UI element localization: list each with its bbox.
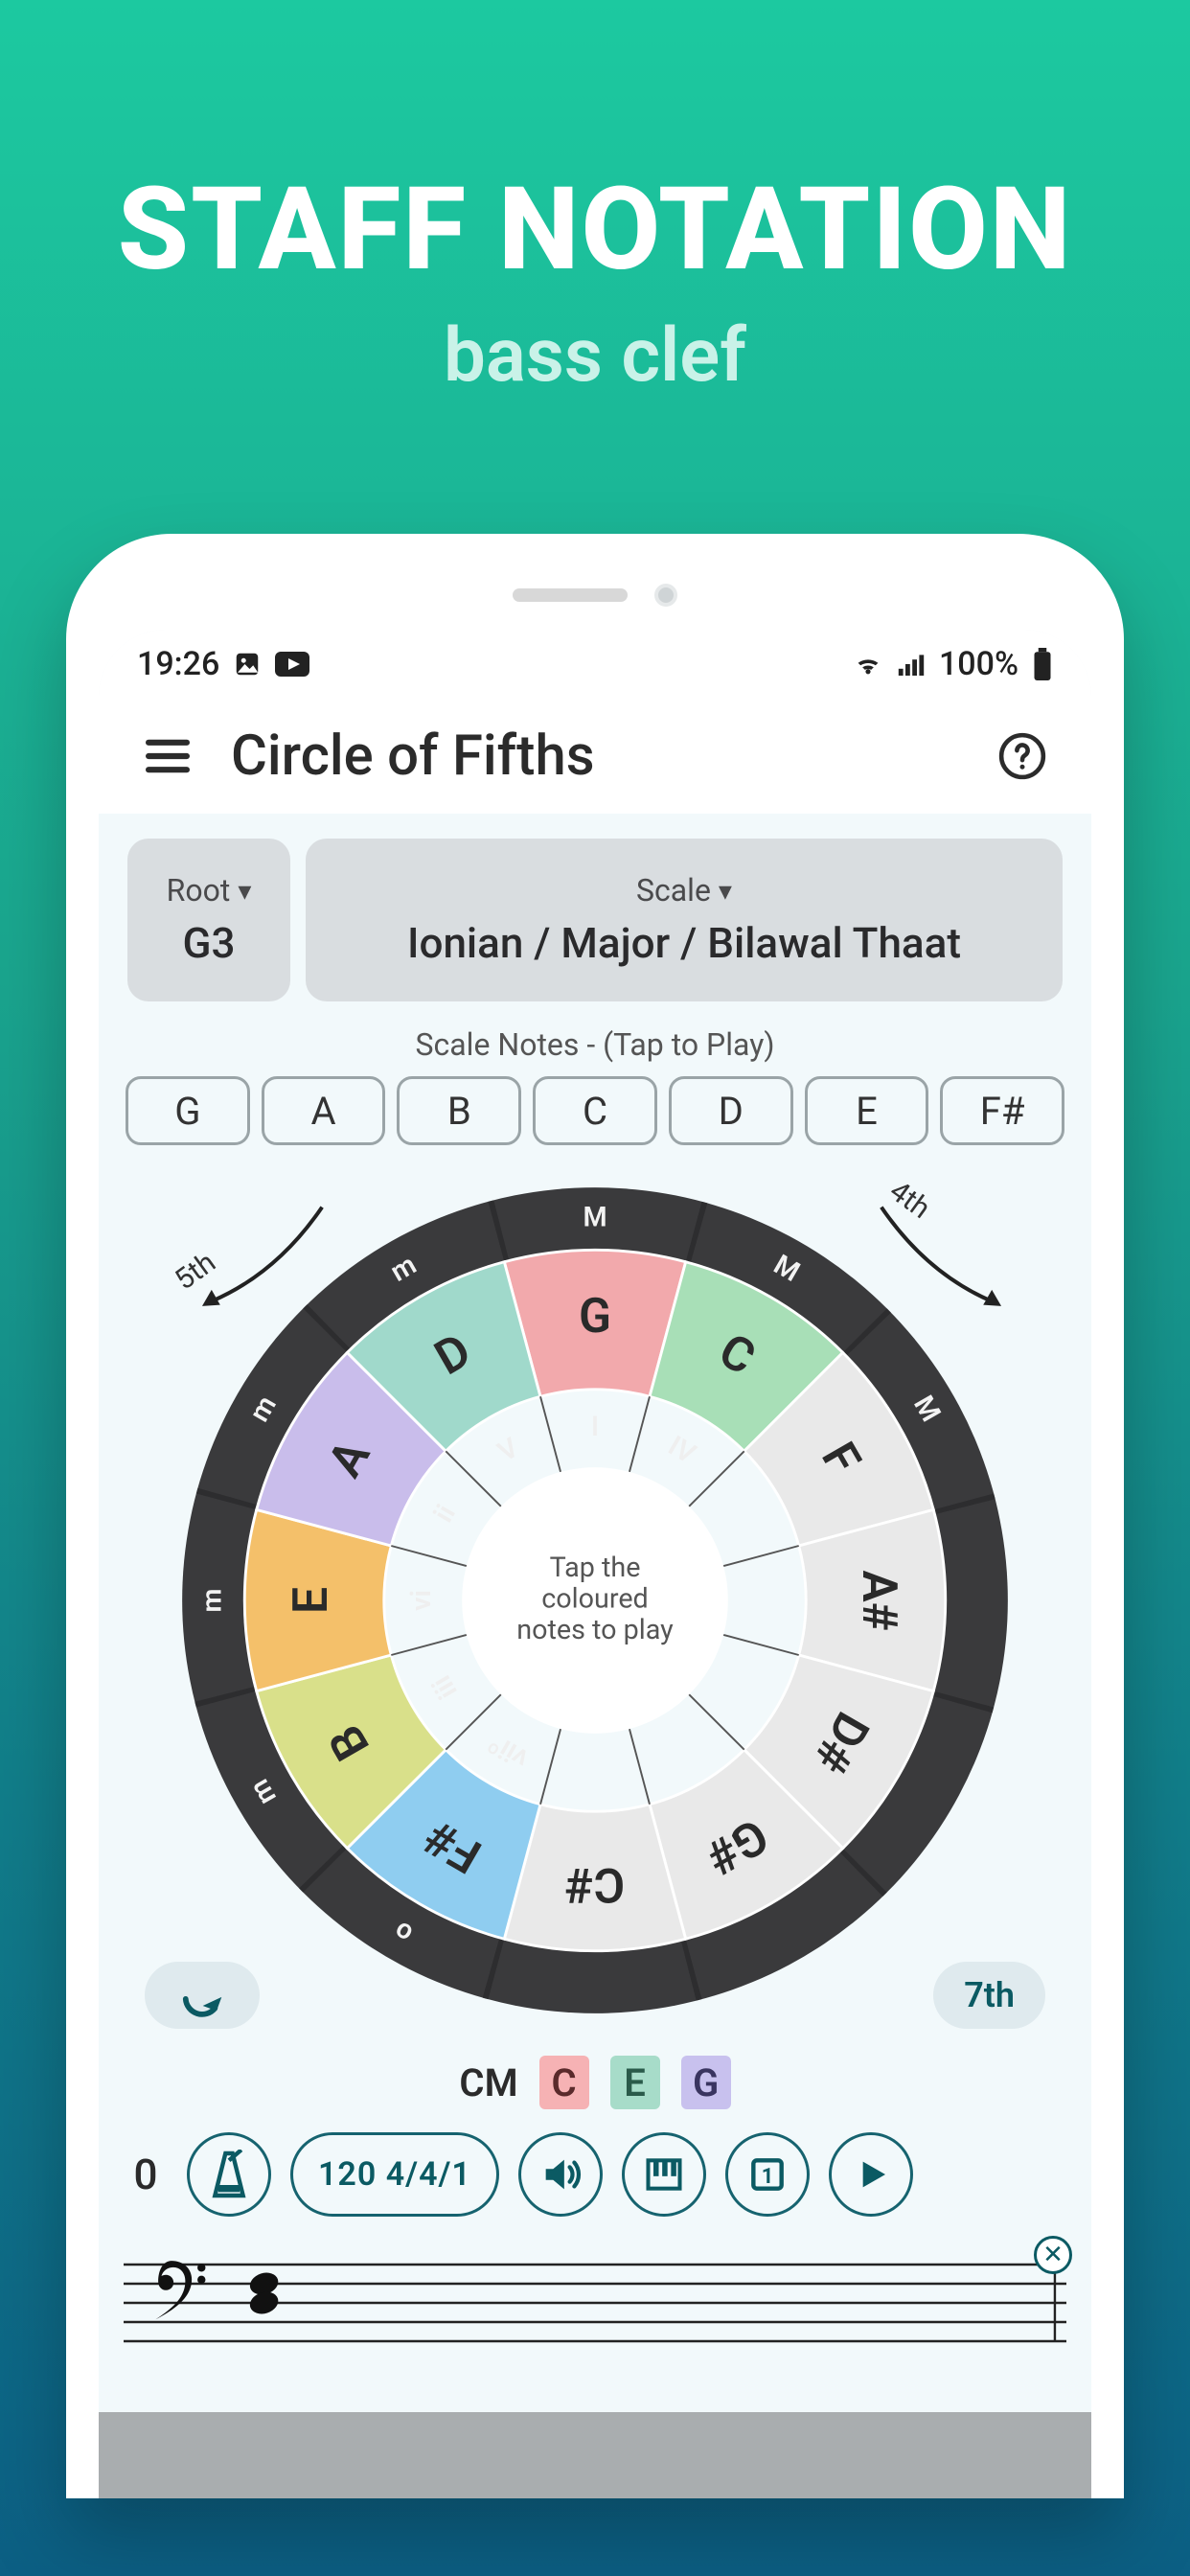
metronome-icon bbox=[208, 2150, 250, 2199]
youtube-icon bbox=[275, 652, 309, 677]
scale-note-chip[interactable]: G bbox=[126, 1076, 250, 1145]
scale-label: Scale bbox=[636, 872, 711, 908]
playback-controls: 0 120 4/4/1 1 bbox=[99, 2123, 1091, 2236]
chord-name: CM bbox=[459, 2060, 517, 2105]
scale-notes-label: Scale Notes - (Tap to Play) bbox=[99, 1023, 1091, 1076]
scale-selector[interactable]: Scale▾ Ionian / Major / Bilawal Thaat bbox=[306, 839, 1063, 1001]
device-notch bbox=[513, 584, 677, 607]
chord-note-2: E bbox=[610, 2056, 660, 2109]
promo-title: STAFF NOTATION bbox=[118, 163, 1073, 297]
staff-notation[interactable]: ✕ bbox=[124, 2245, 1066, 2360]
promo-subtitle: bass clef bbox=[444, 312, 746, 400]
svg-text:E: E bbox=[284, 1587, 339, 1614]
scale-notes-row: GABCDEF# bbox=[99, 1076, 1091, 1155]
scale-note-chip[interactable]: C bbox=[533, 1076, 657, 1145]
status-bar: 19:26 100% bbox=[99, 630, 1091, 699]
status-time: 19:26 bbox=[137, 645, 219, 683]
scale-note-chip[interactable]: F# bbox=[940, 1076, 1064, 1145]
page-title: Circle of Fifths bbox=[231, 724, 959, 789]
root-selector[interactable]: Root▾ G3 bbox=[127, 839, 290, 1001]
svg-text:M: M bbox=[583, 1201, 606, 1233]
rotate-button[interactable] bbox=[145, 1962, 260, 2029]
hamburger-menu-icon[interactable] bbox=[137, 725, 198, 787]
svg-text:I: I bbox=[591, 1411, 599, 1443]
device-frame: 19:26 100% Circle of Fifths bbox=[66, 534, 1124, 2498]
android-nav-bar bbox=[99, 2412, 1091, 2498]
svg-text:Tap the: Tap the bbox=[550, 1552, 641, 1584]
svg-text:vi: vi bbox=[405, 1590, 438, 1611]
chevron-down-icon: ▾ bbox=[238, 875, 251, 907]
close-staff-button[interactable]: ✕ bbox=[1034, 2236, 1072, 2274]
root-value: G3 bbox=[183, 918, 236, 968]
scale-note-chip[interactable]: D bbox=[669, 1076, 793, 1145]
svg-text:G: G bbox=[579, 1289, 611, 1345]
app-bar: Circle of Fifths bbox=[99, 699, 1091, 814]
svg-text:notes to play: notes to play bbox=[516, 1614, 674, 1646]
app-screen: 19:26 100% Circle of Fifths bbox=[99, 630, 1091, 2498]
circle-diagram[interactable]: MMMommmmGCFA#D#G#C#F#BEADIIVviiºiiiviiiV… bbox=[164, 1169, 1026, 2032]
svg-text:coloured: coloured bbox=[541, 1583, 649, 1616]
instrument-button[interactable] bbox=[622, 2132, 706, 2217]
svg-text:1: 1 bbox=[762, 2165, 774, 2189]
tempo-signature-button[interactable]: 120 4/4/1 bbox=[290, 2132, 499, 2217]
piano-icon bbox=[643, 2153, 685, 2196]
metronome-button[interactable] bbox=[187, 2132, 271, 2217]
battery-icon bbox=[1032, 648, 1053, 680]
scale-note-chip[interactable]: A bbox=[262, 1076, 386, 1145]
repeat-one-icon: 1 bbox=[746, 2153, 789, 2196]
repeat-button[interactable]: 1 bbox=[725, 2132, 810, 2217]
scale-value: Ionian / Major / Bilawal Thaat bbox=[407, 918, 961, 968]
play-button[interactable] bbox=[829, 2132, 913, 2217]
sound-button[interactable] bbox=[518, 2132, 603, 2217]
scale-note-chip[interactable]: B bbox=[397, 1076, 521, 1145]
chevron-down-icon: ▾ bbox=[719, 875, 732, 907]
circle-of-fifths: 5th 4th MMMommmmGCFA#D#G#C#F#BEADIIVviiº… bbox=[99, 1155, 1091, 2046]
svg-text:A#: A# bbox=[851, 1571, 906, 1631]
wifi-icon bbox=[853, 652, 883, 677]
gallery-icon bbox=[233, 650, 262, 678]
speaker-icon bbox=[538, 2152, 583, 2196]
chord-note-3: G bbox=[681, 2056, 731, 2109]
beat-counter: 0 bbox=[124, 2150, 168, 2199]
svg-text:m: m bbox=[195, 1589, 228, 1613]
seventh-toggle[interactable]: 7th bbox=[933, 1962, 1045, 2029]
chord-display: CM C E G bbox=[99, 2046, 1091, 2123]
chord-note-1: C bbox=[539, 2056, 589, 2109]
root-label: Root bbox=[167, 872, 231, 908]
signal-icon bbox=[897, 653, 926, 676]
play-icon bbox=[852, 2155, 890, 2194]
close-icon: ✕ bbox=[1042, 2241, 1064, 2269]
svg-text:C#: C# bbox=[565, 1856, 625, 1912]
scale-note-chip[interactable]: E bbox=[805, 1076, 929, 1145]
status-battery-text: 100% bbox=[939, 645, 1018, 683]
help-icon[interactable] bbox=[992, 725, 1053, 787]
